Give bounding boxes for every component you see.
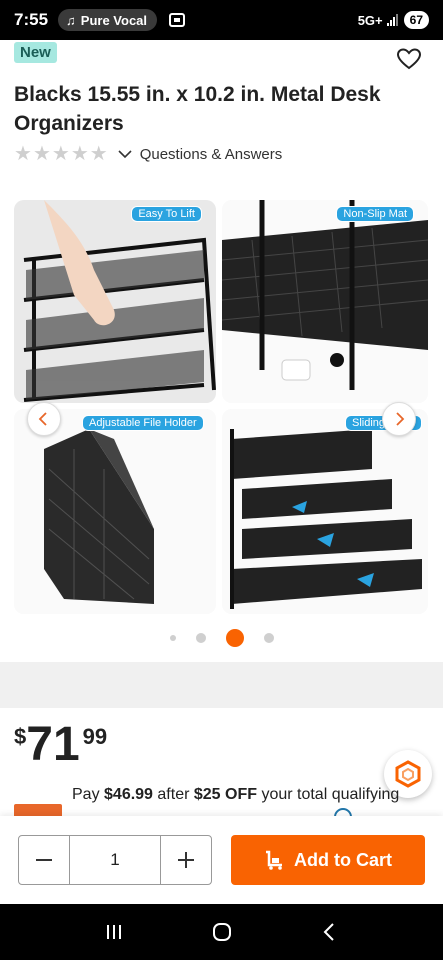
decrease-quantity-button[interactable]	[19, 836, 69, 884]
status-time: 7:55	[14, 10, 49, 29]
promo-prefix: Pay	[72, 786, 105, 803]
sliding-trays-image	[222, 409, 428, 614]
tag-non-slip-mat: Non-Slip Mat	[336, 206, 414, 222]
star-icon: ★	[51, 143, 70, 165]
system-nav-bar	[0, 904, 443, 960]
hexagon-icon	[395, 760, 421, 788]
media-pill[interactable]: ♫ Pure Vocal	[58, 9, 158, 31]
promo-discount: $25 OFF	[193, 786, 257, 803]
price-display: $ 71 99	[14, 718, 107, 772]
battery-badge: 67	[403, 11, 429, 29]
file-holder-image	[14, 409, 216, 614]
quantity-stepper: 1	[18, 835, 212, 885]
star-icon: ★	[70, 143, 89, 165]
tag-adjustable-file-holder: Adjustable File Holder	[82, 415, 204, 431]
gallery-dot[interactable]	[169, 635, 176, 641]
price-cents: 99	[82, 724, 108, 749]
gallery-dot-active[interactable]	[225, 629, 244, 647]
add-to-cart-button[interactable]: Add to Cart	[231, 835, 425, 885]
chevron-right-icon	[396, 412, 405, 426]
questions-answers-link[interactable]: Questions & Answers	[140, 146, 283, 163]
tag-easy-to-lift: Easy To Lift	[131, 206, 202, 222]
gallery-prev-button[interactable]	[27, 402, 61, 436]
network-label: 5G+	[357, 12, 383, 28]
status-right: 5G+ 67	[358, 11, 429, 29]
quantity-input[interactable]: 1	[69, 836, 161, 884]
back-icon[interactable]	[320, 922, 340, 942]
product-title: Blacks 15.55 in. x 10.2 in. Metal Desk O…	[14, 83, 381, 135]
increase-quantity-button[interactable]	[161, 836, 211, 884]
star-icon: ★	[89, 143, 108, 165]
product-image-gallery[interactable]: Easy To Lift Non-Slip Mat Adjustable Fil…	[14, 200, 428, 614]
rating-row[interactable]: ★ ★ ★ ★ ★ Questions & Answers	[14, 144, 282, 164]
new-badge: New	[14, 42, 57, 63]
screen-record-icon	[169, 13, 186, 27]
star-rating: ★ ★ ★ ★ ★	[14, 144, 108, 164]
promo-mid: after	[152, 786, 194, 803]
cart-icon	[266, 850, 282, 870]
price-currency: $	[14, 724, 27, 749]
organizer-lift-image	[14, 200, 216, 403]
minus-icon	[36, 859, 52, 861]
star-icon: ★	[14, 143, 32, 165]
gallery-tile-easy-to-lift: Easy To Lift	[14, 200, 216, 403]
home-icon[interactable]	[211, 921, 233, 943]
bottom-action-bar: 1 Add to Cart	[0, 816, 443, 904]
price-dollars: 71	[26, 718, 80, 771]
section-divider	[0, 662, 443, 708]
add-to-cart-label: Add to Cart	[294, 849, 392, 870]
music-note-icon: ♫	[66, 12, 76, 28]
promo-text: Pay $46.99 after $25 OFF your total qual…	[72, 786, 412, 804]
gallery-dot[interactable]	[263, 633, 274, 643]
gallery-dot[interactable]	[195, 633, 206, 643]
signal-icon	[386, 14, 398, 26]
mesh-closeup-image	[222, 200, 428, 403]
chevron-down-icon[interactable]	[118, 147, 132, 161]
gallery-tile-file-holder: Adjustable File Holder	[14, 409, 216, 614]
plus-icon	[178, 852, 194, 868]
media-label: Pure Vocal	[80, 12, 148, 28]
promo-suffix: your total qualifying	[257, 786, 400, 803]
gallery-next-button[interactable]	[382, 402, 416, 436]
gallery-dots[interactable]	[0, 628, 443, 648]
chevron-left-icon	[38, 412, 47, 426]
gallery-tile-non-slip-mat: Non-Slip Mat	[222, 200, 428, 403]
gallery-tile-sliding-mesh: Sliding Mesh	[222, 409, 428, 614]
star-icon: ★	[32, 143, 51, 165]
status-bar: 7:55 ♫ Pure Vocal 5G+ 67	[0, 0, 443, 40]
promo-amount: $46.99	[104, 786, 153, 803]
heart-icon[interactable]	[397, 48, 421, 70]
recent-apps-icon[interactable]	[104, 922, 124, 942]
